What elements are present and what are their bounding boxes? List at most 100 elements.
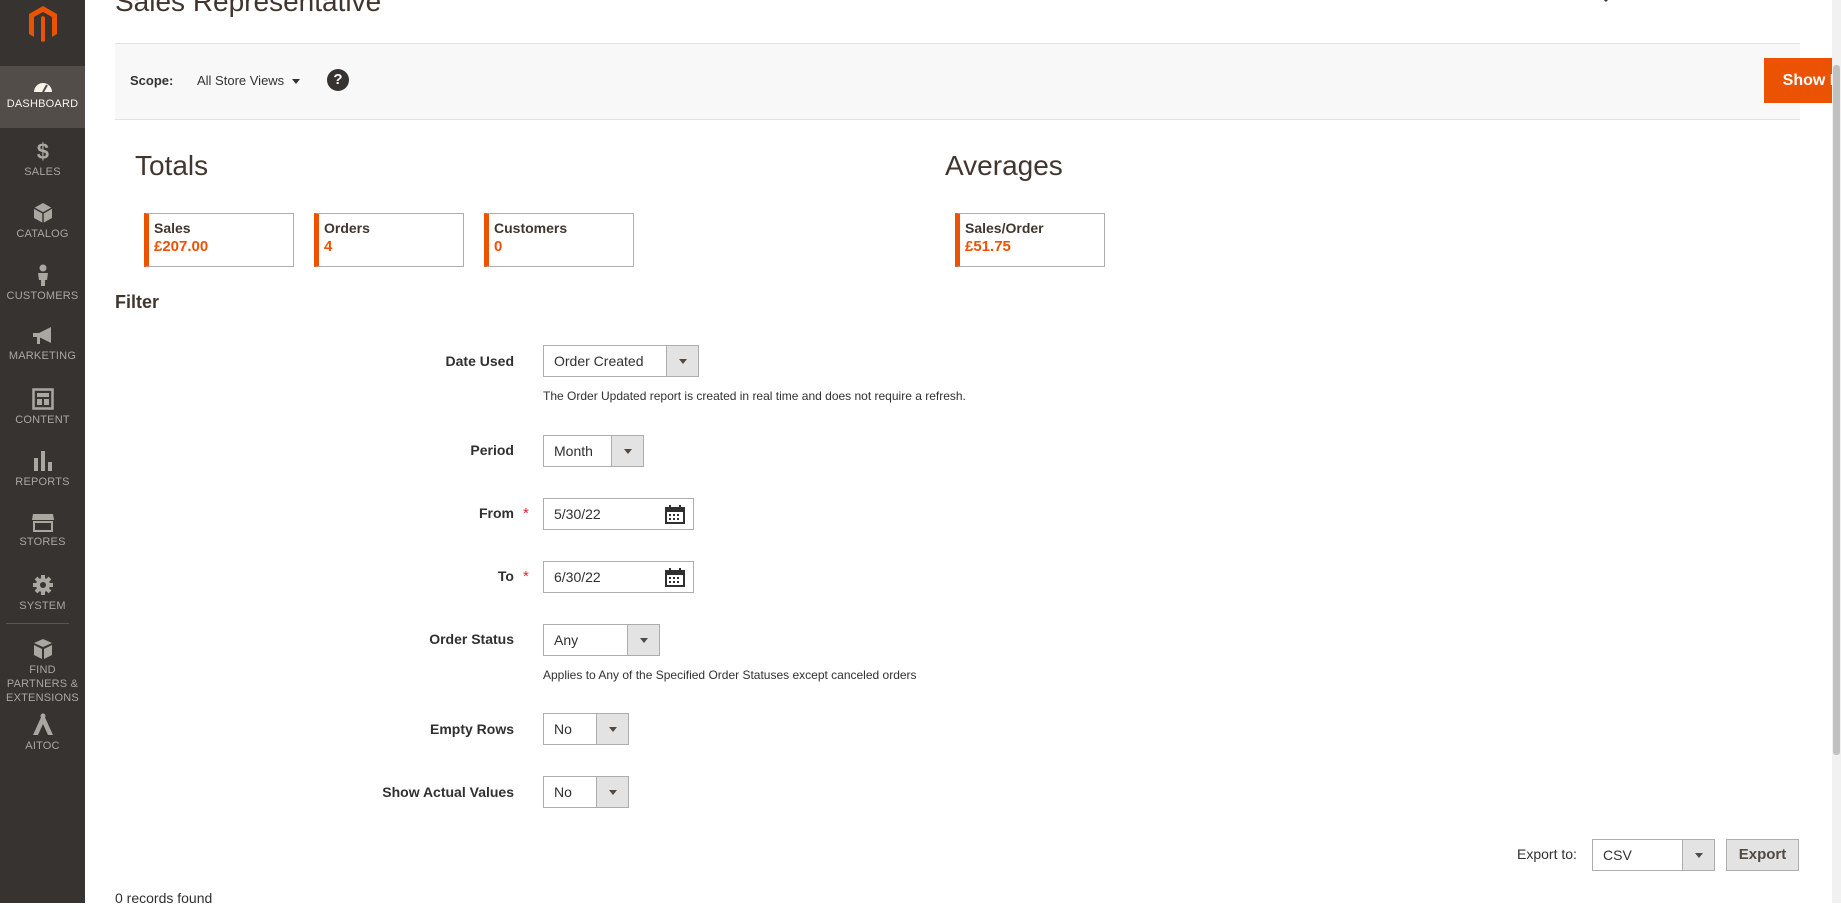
store-view-value: All Store Views bbox=[197, 73, 285, 88]
calendar-icon[interactable] bbox=[665, 505, 685, 524]
sidebar-item-label: CONTENT bbox=[15, 414, 70, 426]
chevron-down-icon bbox=[1682, 840, 1714, 870]
person-icon bbox=[37, 264, 48, 286]
order-status-label: Order Status bbox=[429, 631, 514, 647]
from-date-input[interactable]: 5/30/22 bbox=[543, 498, 694, 530]
sidebar-item-label: DASHBOARD bbox=[6, 98, 79, 110]
stat-customers: Customers 0 bbox=[484, 213, 634, 267]
sidebar-item-label: REPORTS bbox=[15, 476, 70, 488]
sidebar-item-catalog[interactable]: CATALOG bbox=[0, 190, 85, 252]
scope-label: Scope: bbox=[130, 73, 174, 88]
to-label: To bbox=[497, 568, 514, 584]
export-format-select[interactable]: CSV bbox=[1592, 839, 1715, 871]
admin-sidebar: DASHBOARD $ SALES CATALOG CUSTOMERS MARK… bbox=[0, 0, 85, 903]
bar-chart-icon bbox=[33, 451, 52, 471]
sidebar-item-label: AITOC bbox=[25, 740, 60, 752]
date-used-note: The Order Updated report is created in r… bbox=[543, 389, 966, 403]
period-select[interactable]: Month bbox=[543, 435, 644, 467]
bell-icon[interactable] bbox=[1652, 0, 1676, 6]
sidebar-item-stores[interactable]: STORES bbox=[0, 500, 85, 562]
sidebar-item-label: MARKETING bbox=[8, 350, 77, 362]
scrollbar-thumb[interactable] bbox=[1833, 65, 1840, 755]
user-icon[interactable] bbox=[1706, 0, 1726, 6]
chevron-down-icon bbox=[596, 714, 628, 744]
required-marker: * bbox=[523, 505, 529, 522]
date-used-select[interactable]: Order Created bbox=[543, 345, 699, 377]
storefront-icon bbox=[31, 514, 54, 532]
chevron-down-icon bbox=[611, 436, 643, 466]
stat-label: Orders bbox=[324, 220, 370, 236]
header-actions bbox=[1590, 0, 1730, 6]
help-icon[interactable]: ? bbox=[327, 69, 349, 91]
order-status-note: Applies to Any of the Specified Order St… bbox=[543, 668, 917, 682]
magento-logo-icon bbox=[28, 6, 57, 42]
chevron-down-icon bbox=[666, 346, 698, 376]
stat-label: Sales/Order bbox=[965, 220, 1044, 236]
date-used-value: Order Created bbox=[554, 353, 644, 369]
stat-value: £207.00 bbox=[154, 238, 209, 255]
stat-value: 4 bbox=[324, 238, 333, 255]
export-button[interactable]: Export bbox=[1726, 839, 1799, 871]
layout-icon bbox=[31, 388, 54, 410]
sidebar-divider bbox=[6, 623, 69, 624]
search-icon[interactable] bbox=[1590, 0, 1610, 6]
magento-logo[interactable] bbox=[0, 0, 85, 64]
chevron-down-icon bbox=[292, 79, 301, 85]
chevron-down-icon bbox=[627, 625, 659, 655]
scope-bar: Scope: All Store Views ? Show Report bbox=[115, 43, 1841, 120]
empty-rows-value: No bbox=[554, 721, 572, 737]
stat-value: £51.75 bbox=[965, 238, 1011, 255]
page-title: Sales Representative bbox=[115, 0, 382, 17]
from-date-value: 5/30/22 bbox=[554, 506, 601, 522]
to-date-value: 6/30/22 bbox=[554, 569, 601, 585]
store-view-switcher[interactable]: All Store Views bbox=[197, 73, 301, 88]
sidebar-item-label: SALES bbox=[24, 166, 61, 178]
sidebar-item-marketing[interactable]: MARKETING bbox=[0, 314, 85, 376]
sidebar-item-reports[interactable]: REPORTS bbox=[0, 438, 85, 500]
show-actual-values-select[interactable]: No bbox=[543, 776, 629, 808]
show-actual-values-label: Show Actual Values bbox=[382, 784, 514, 800]
sidebar-item-label: FIND PARTNERS & EXTENSIONS bbox=[6, 664, 79, 704]
svg-text:$: $ bbox=[36, 140, 48, 162]
period-label: Period bbox=[470, 442, 514, 458]
dashboard-icon bbox=[33, 83, 52, 93]
filter-title: Filter bbox=[115, 292, 160, 312]
order-status-value: Any bbox=[554, 632, 579, 648]
totals-title: Totals bbox=[135, 150, 209, 181]
sidebar-item-system[interactable]: SYSTEM bbox=[0, 562, 85, 624]
date-used-label: Date Used bbox=[445, 353, 514, 369]
sidebar-item-label: CATALOG bbox=[16, 228, 69, 240]
sidebar-item-dashboard[interactable]: DASHBOARD bbox=[0, 66, 85, 128]
to-date-input[interactable]: 6/30/22 bbox=[543, 561, 694, 593]
stat-orders: Orders 4 bbox=[314, 213, 464, 267]
required-marker: * bbox=[523, 568, 529, 585]
sidebar-item-find-partners[interactable]: FIND PARTNERS & EXTENSIONS bbox=[0, 626, 85, 704]
show-actual-values-value: No bbox=[554, 784, 572, 800]
blocks-icon bbox=[33, 639, 52, 659]
box-icon bbox=[33, 203, 52, 223]
period-value: Month bbox=[554, 443, 593, 459]
sidebar-item-label: STORES bbox=[19, 536, 66, 548]
dollar-icon: $ bbox=[36, 140, 48, 162]
aitoc-icon bbox=[32, 713, 53, 735]
calendar-icon[interactable] bbox=[665, 568, 685, 587]
gear-icon bbox=[32, 575, 53, 595]
chevron-down-icon bbox=[596, 777, 628, 807]
show-report-button[interactable]: Show Report bbox=[1764, 58, 1841, 103]
empty-rows-select[interactable]: No bbox=[543, 713, 629, 745]
stat-sales-per-order: Sales/Order £51.75 bbox=[955, 213, 1105, 267]
export-format-value: CSV bbox=[1603, 847, 1632, 863]
records-count: 0 records found bbox=[115, 890, 213, 906]
averages-title: Averages bbox=[945, 150, 1063, 181]
order-status-select[interactable]: Any bbox=[543, 624, 660, 656]
stat-label: Customers bbox=[494, 220, 568, 236]
stat-sales: Sales £207.00 bbox=[144, 213, 294, 267]
sidebar-item-sales[interactable]: $ SALES bbox=[0, 128, 85, 190]
sidebar-item-content[interactable]: CONTENT bbox=[0, 376, 85, 438]
sidebar-item-customers[interactable]: CUSTOMERS bbox=[0, 252, 85, 314]
sidebar-item-aitoc[interactable]: AITOC bbox=[0, 700, 85, 762]
stat-value: 0 bbox=[494, 238, 503, 255]
megaphone-icon bbox=[32, 327, 51, 344]
sidebar-item-label: SYSTEM bbox=[19, 600, 66, 612]
from-label: From bbox=[479, 505, 514, 521]
